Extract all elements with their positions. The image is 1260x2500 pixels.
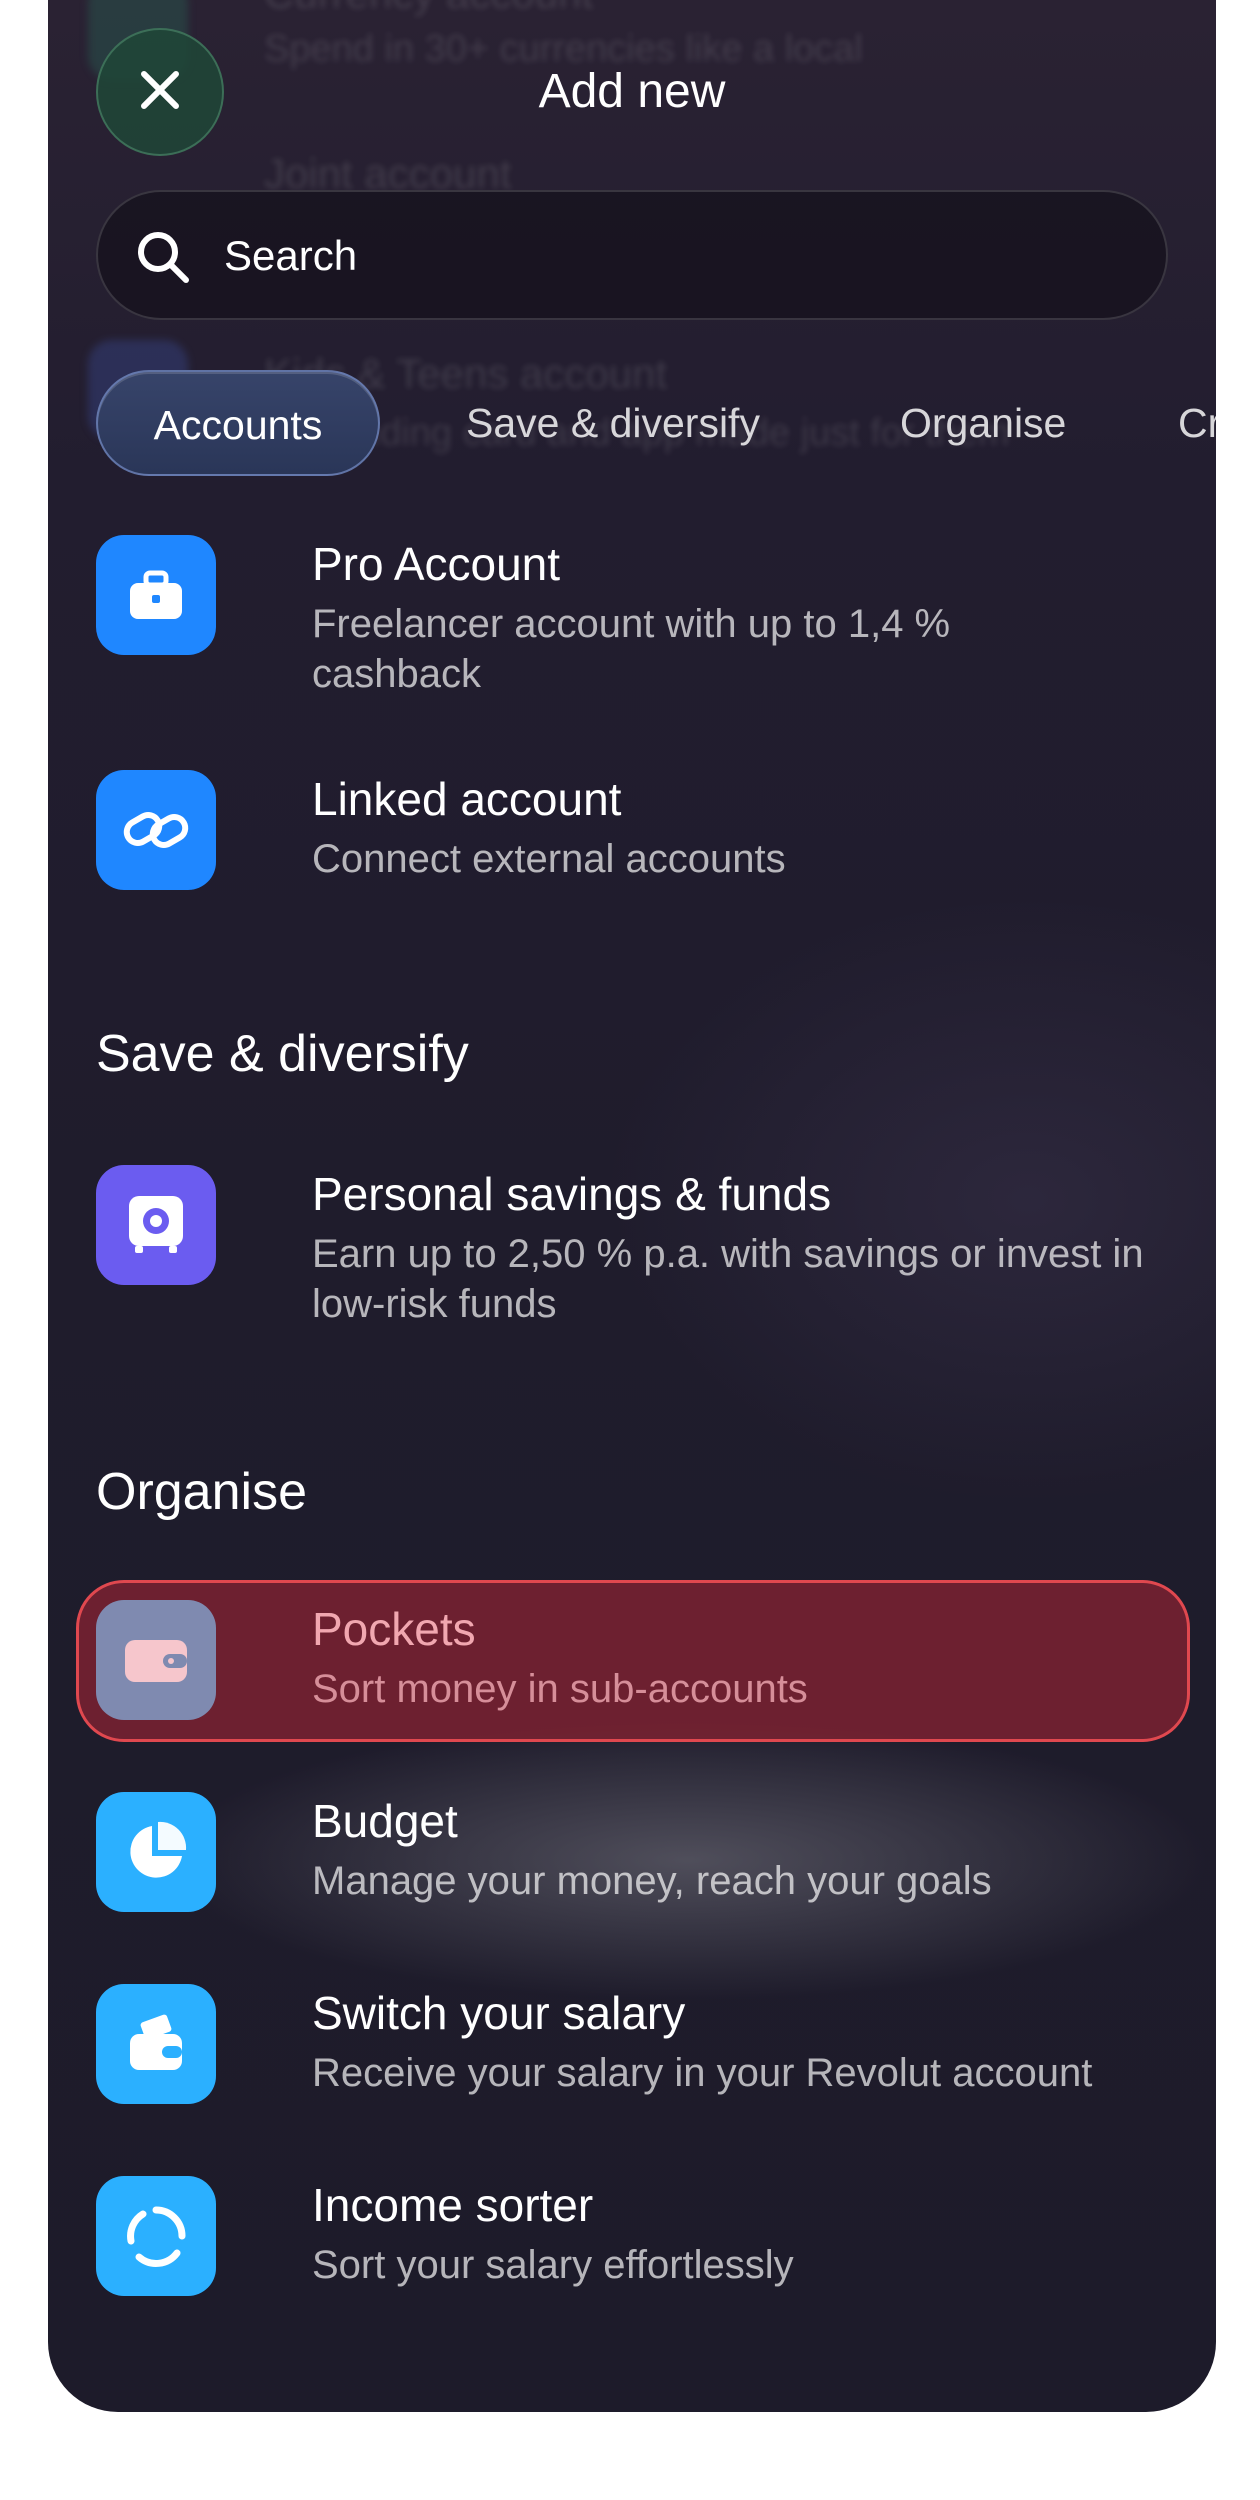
list-item-budget[interactable]: Budget Manage your money, reach your goa… <box>96 1792 1168 1922</box>
item-title: Pockets <box>312 1603 476 1655</box>
list-item-linked-account[interactable]: Linked account Connect external accounts <box>96 770 1168 900</box>
item-title: Linked account <box>312 773 622 825</box>
safe-icon <box>96 1165 216 1285</box>
search-placeholder: Search <box>224 232 358 279</box>
item-title: Pro Account <box>312 538 561 590</box>
section-heading-organise: Organise <box>96 1463 307 1521</box>
list-item-pro-account[interactable]: Pro Account Freelancer account with up t… <box>96 535 1168 705</box>
pie-chart-icon <box>96 1792 216 1912</box>
item-subtitle: Sort your salary effortlessly <box>312 2243 794 2287</box>
page-title: Add new <box>538 65 726 118</box>
list-item-switch-salary[interactable]: Switch your salary Receive your salary i… <box>96 1984 1168 2114</box>
item-title: Income sorter <box>312 2179 594 2231</box>
item-title: Budget <box>312 1795 458 1847</box>
search-icon <box>134 228 192 291</box>
tab-credit[interactable]: Cred <box>1178 370 1216 476</box>
list-item-income-sorter[interactable]: Income sorter Sort your salary effortles… <box>96 2176 1168 2306</box>
item-subtitle: Sort money in sub-accounts <box>312 1667 808 1711</box>
tab-accounts[interactable]: Accounts <box>96 370 380 476</box>
tab-save-diversify[interactable]: Save & diversify <box>466 370 760 476</box>
salary-wallet-icon <box>96 1984 216 2104</box>
item-title: Personal savings & funds <box>312 1168 832 1220</box>
link-icon <box>96 770 216 890</box>
search-input[interactable]: Search <box>96 190 1168 320</box>
ghost-title-1: Currency account <box>264 0 593 18</box>
briefcase-icon <box>96 535 216 655</box>
list-item-pockets[interactable]: Pockets Sort money in sub-accounts <box>96 1600 1168 1730</box>
tab-organise[interactable]: Organise <box>900 370 1066 476</box>
wallet-icon <box>96 1600 216 1720</box>
add-new-sheet: Currency account Spend in 30+ currencies… <box>48 0 1216 2412</box>
item-subtitle: Manage your money, reach your goals <box>312 1859 992 1903</box>
item-subtitle: Connect external accounts <box>312 837 786 881</box>
category-tabs: Accounts Save & diversify Organise Cred <box>96 370 1216 476</box>
section-heading-save-diversify: Save & diversify <box>96 1025 469 1083</box>
item-subtitle: Freelancer account with up to 1,4 % cash… <box>312 602 951 696</box>
list-item-personal-savings[interactable]: Personal savings & funds Earn up to 2,50… <box>96 1165 1168 1335</box>
item-subtitle: Receive your salary in your Revolut acco… <box>312 2051 1093 2095</box>
item-title: Switch your salary <box>312 1987 686 2039</box>
item-subtitle: Earn up to 2,50 % p.a. with savings or i… <box>312 1232 1144 1326</box>
circular-arrows-icon <box>96 2176 216 2296</box>
